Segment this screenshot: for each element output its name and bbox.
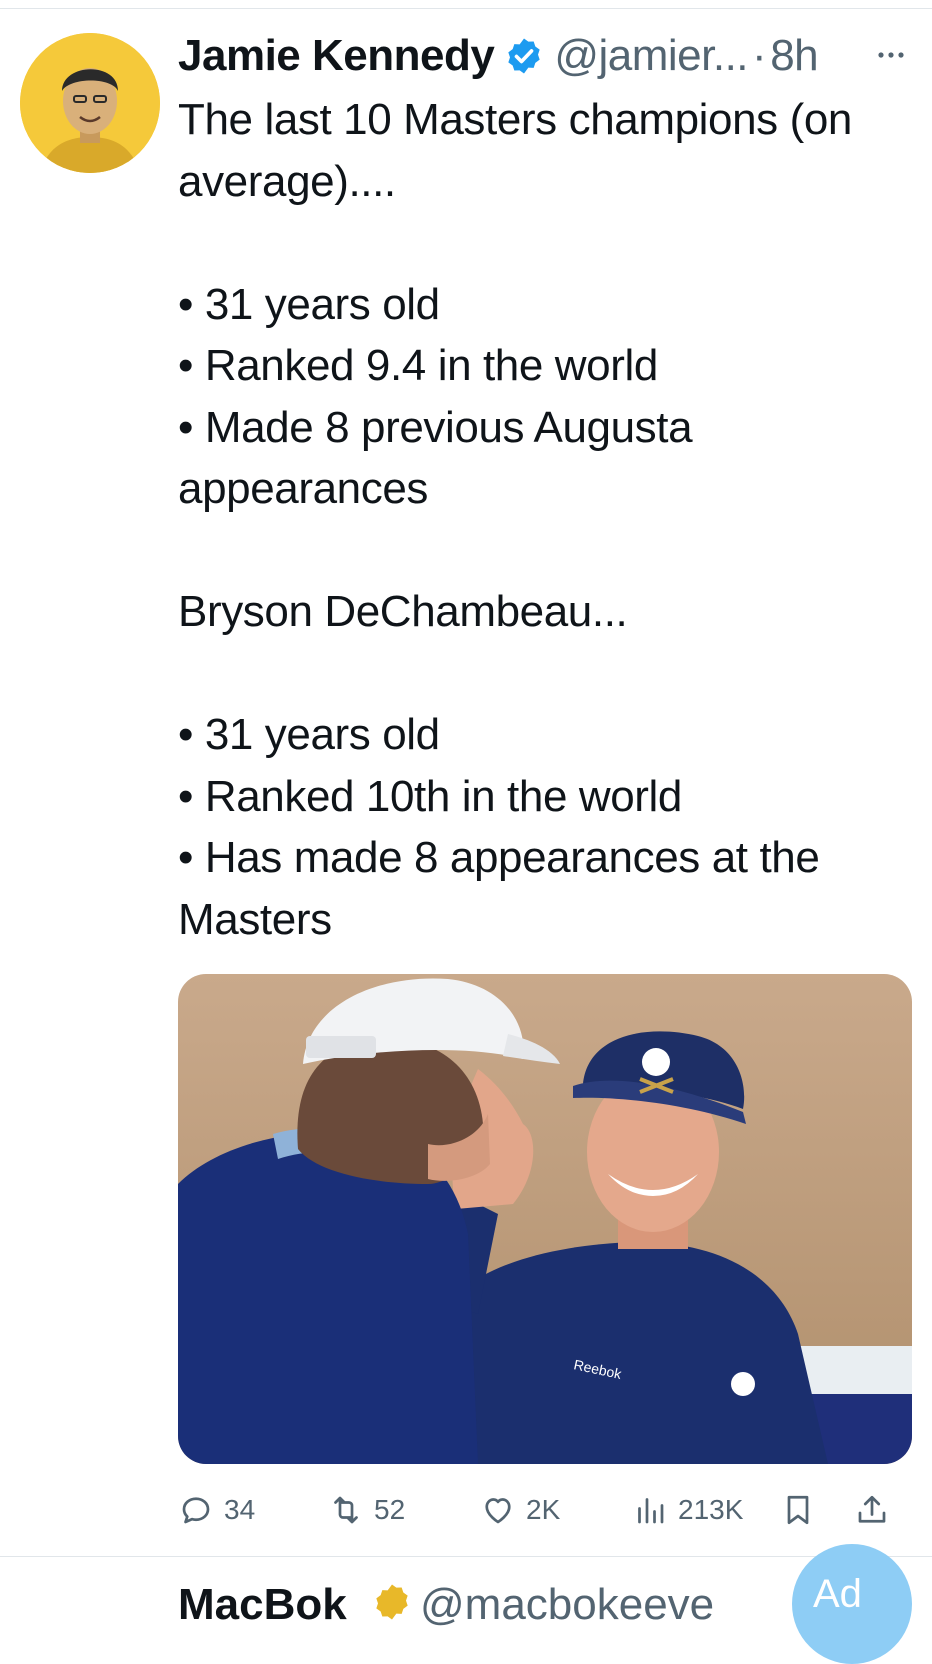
tweet-text: The last 10 Masters champions (on averag… [178, 95, 852, 944]
bookmark-icon [787, 1495, 809, 1525]
avatar-portrait-icon [20, 33, 160, 173]
reply-count: 34 [224, 1494, 256, 1525]
tweet-action-bar: 34 52 2K 213K [178, 1486, 918, 1534]
bookmark-button[interactable] [780, 1486, 816, 1534]
tweet-media-image[interactable]: Reebok [178, 974, 912, 1464]
header-separator: · [752, 31, 767, 80]
author-avatar[interactable] [20, 33, 160, 173]
verified-badge-icon[interactable] [504, 36, 544, 76]
repost-count: 52 [374, 1494, 406, 1525]
share-button[interactable] [854, 1486, 890, 1534]
views-button[interactable]: 213K [632, 1486, 743, 1534]
like-count: 2K [526, 1494, 561, 1525]
like-button[interactable]: 2K [480, 1486, 560, 1534]
reply-button[interactable]: 34 [178, 1486, 255, 1534]
view-count: 213K [678, 1494, 744, 1525]
author-handle[interactable]: @jamier... [554, 31, 748, 81]
tweet-header: Jamie Kennedy @jamier... · 8h [178, 26, 918, 86]
repost-icon [334, 1496, 358, 1524]
share-icon [858, 1495, 886, 1523]
top-divider [0, 8, 932, 9]
floating-button-label: Ad [813, 1572, 862, 1616]
gold-verified-badge-icon[interactable] [372, 1582, 412, 1622]
heart-icon [485, 1498, 511, 1524]
repost-button[interactable]: 52 [328, 1486, 405, 1534]
next-tweet-author-handle[interactable]: @macbokeeve [420, 1580, 714, 1630]
reply-icon [182, 1497, 210, 1524]
author-name[interactable]: Jamie Kennedy [178, 31, 495, 81]
tweet-divider [0, 1556, 932, 1557]
views-chart-icon [638, 1498, 664, 1524]
more-options-icon[interactable] [876, 40, 906, 70]
golfers-high-five-photo: Reebok [178, 974, 912, 1464]
next-tweet-author-name[interactable]: MacBok [178, 1580, 347, 1630]
tweet-timestamp[interactable]: 8h [770, 31, 818, 81]
